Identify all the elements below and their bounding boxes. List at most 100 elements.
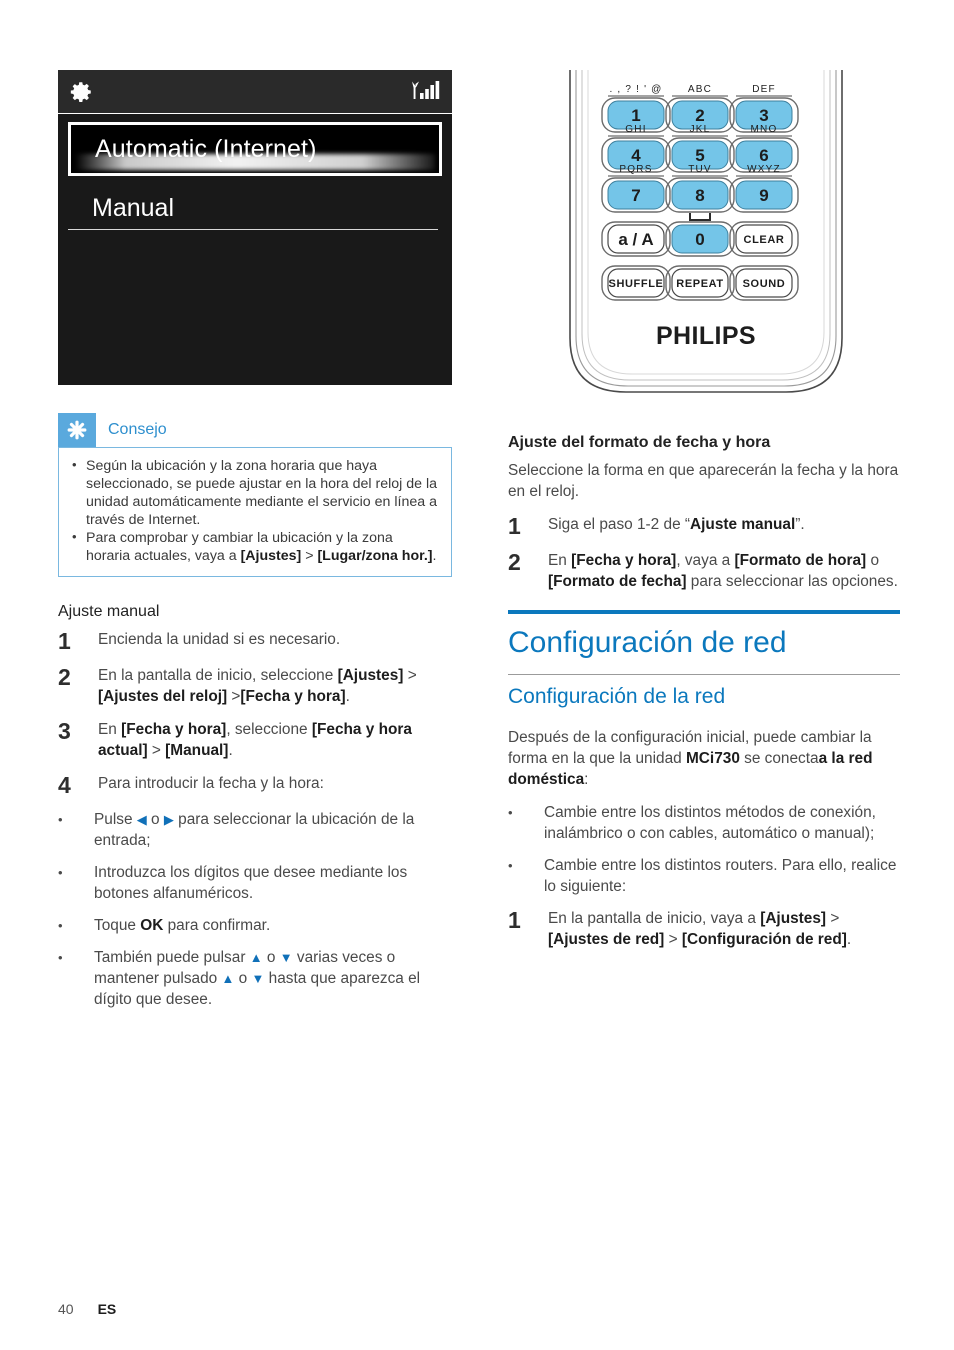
menu-item-automatic-internet[interactable]: Automatic (Internet) [68, 122, 442, 176]
step-number: 3 [58, 718, 71, 744]
list-item: 4 Para introducir la fecha y la hora: [58, 773, 458, 797]
svg-text:JKL: JKL [690, 124, 711, 135]
device-screen-statusbar [58, 70, 452, 114]
network-steps: 1 En la pantalla de inicio, vaya a [Ajus… [508, 908, 900, 950]
section-rule-bottom [508, 674, 900, 675]
manual-setting-heading: Ajuste manual [58, 603, 160, 620]
list-item: • También puede pulsar ▲ o ▼ varias vece… [58, 947, 458, 1010]
bullet-text: Pulse ◀ o ▶ para seleccionar la ubicació… [94, 811, 415, 849]
list-item: • Pulse ◀ o ▶ para seleccionar la ubicac… [58, 809, 458, 851]
device-screen-mock: Automatic (Internet) Manual [58, 70, 452, 385]
wifi-signal-icon [408, 79, 440, 105]
bullet-dot: • [508, 805, 513, 820]
manual-setting-sub-bullets: • Pulse ◀ o ▶ para seleccionar la ubicac… [58, 809, 458, 1010]
list-item: 1 En la pantalla de inicio, vaya a [Ajus… [508, 908, 900, 950]
svg-text:7: 7 [631, 186, 640, 205]
svg-text:WXYZ: WXYZ [747, 164, 781, 175]
list-item: 1 Encienda la unidad si es necesario. [58, 629, 458, 653]
step-text: Para introducir la fecha y la hora: [98, 775, 324, 792]
network-bullets: • Cambie entre los distintos métodos de … [508, 802, 900, 897]
svg-text:PQRS: PQRS [619, 164, 652, 175]
step-number: 1 [508, 907, 521, 933]
step-number: 1 [58, 628, 71, 654]
left-column: Automatic (Internet) Manual Consejo • Se… [58, 70, 458, 1021]
menu-item-manual[interactable]: Manual [68, 194, 438, 230]
svg-text:1: 1 [631, 106, 640, 125]
step-text: En la pantalla de inicio, vaya a [Ajuste… [548, 910, 852, 948]
svg-text:ABC: ABC [688, 84, 712, 95]
page-number: 40 [58, 1301, 74, 1317]
svg-text:DEF: DEF [752, 84, 776, 95]
svg-text:. , ? ! ' @: . , ? ! ' @ [609, 84, 662, 95]
list-item: 1 Siga el paso 1-2 de “Ajuste manual”. [508, 514, 900, 538]
svg-text:TUV: TUV [688, 164, 712, 175]
philips-logo: PHILIPS [656, 322, 756, 350]
svg-text:CLEAR: CLEAR [744, 234, 785, 246]
network-intro: Después de la configuración inicial, pue… [508, 729, 873, 788]
list-item: 2 En [Fecha y hora], vaya a [Formato de … [508, 550, 900, 592]
menu-item-label: Manual [92, 194, 174, 222]
page-footer: 40 ES [58, 1301, 116, 1317]
bullet-dot: • [508, 858, 513, 873]
list-item: • Toque OK para confirmar. [58, 915, 458, 936]
svg-text:0: 0 [695, 230, 704, 249]
section-subtitle: Configuración de la red [508, 685, 726, 708]
step-text: En la pantalla de inicio, seleccione [Aj… [98, 667, 417, 705]
svg-text:MNO: MNO [751, 124, 778, 135]
svg-text:3: 3 [759, 106, 768, 125]
bullet-dot: • [58, 812, 63, 827]
bullet-text: Toque OK para confirmar. [94, 917, 271, 934]
list-item: • Cambie entre los distintos métodos de … [508, 802, 900, 844]
svg-text:6: 6 [759, 146, 768, 165]
datetime-format-steps: 1 Siga el paso 1-2 de “Ajuste manual”. 2… [508, 514, 900, 592]
step-text: Siga el paso 1-2 de “Ajuste manual”. [548, 516, 805, 533]
device-screen-menu: Automatic (Internet) Manual [58, 114, 452, 230]
svg-text:SHUFFLE: SHUFFLE [609, 278, 664, 290]
step-number: 2 [508, 549, 521, 575]
bullet-text: Introduzca los dígitos que desee mediant… [94, 864, 408, 902]
tip-body: Según la ubicación y la zona horaria que… [58, 447, 452, 577]
list-item: 3 En [Fecha y hora], seleccione [Fecha y… [58, 719, 458, 761]
svg-text:GHI: GHI [625, 124, 646, 135]
svg-text:5: 5 [695, 146, 704, 165]
svg-text:a / A: a / A [618, 230, 653, 249]
bullet-text: También puede pulsar ▲ o ▼ varias veces … [94, 949, 421, 1008]
list-item: • Introduzca los dígitos que desee media… [58, 862, 458, 904]
list-item: Para comprobar y cambiar la ubicación y … [71, 528, 439, 565]
svg-text:SOUND: SOUND [743, 278, 786, 290]
manual-setting-steps: 1 Encienda la unidad si es necesario. 2 … [58, 629, 458, 797]
bullet-dot: • [58, 918, 63, 933]
asterisk-tip-icon [58, 413, 96, 447]
bullet-text: Cambie entre los distintos routers. Para… [544, 857, 897, 895]
step-text: Encienda la unidad si es necesario. [98, 631, 341, 648]
svg-text:4: 4 [631, 146, 641, 165]
svg-text:8: 8 [695, 186, 704, 205]
list-item: Según la ubicación y la zona horaria que… [71, 456, 439, 529]
step-number: 1 [508, 513, 521, 539]
bullet-dot: • [58, 865, 63, 880]
list-item: 2 En la pantalla de inicio, seleccione [… [58, 665, 458, 707]
tip-box: Consejo Según la ubicación y la zona hor… [58, 413, 452, 577]
datetime-format-intro: Seleccione la forma en que aparecerán la… [508, 462, 899, 500]
tip-header: Consejo [58, 413, 452, 447]
section-rule-top [508, 610, 900, 614]
remote-control-illustration: . , ? ! ' @ ABC DEF GHI JKL MNO PQRS TUV… [556, 30, 856, 400]
bullet-text: Cambie entre los distintos métodos de co… [544, 804, 876, 842]
list-item: • Cambie entre los distintos routers. Pa… [508, 855, 900, 897]
menu-item-label: Automatic (Internet) [95, 134, 317, 163]
manual-page: Automatic (Internet) Manual Consejo • Se… [0, 0, 954, 1350]
step-number: 2 [58, 664, 71, 690]
gear-icon [68, 79, 94, 105]
step-text: En [Fecha y hora], vaya a [Formato de ho… [548, 552, 898, 590]
step-text: En [Fecha y hora], seleccione [Fecha y h… [98, 721, 412, 759]
svg-text:REPEAT: REPEAT [676, 278, 723, 290]
svg-text:2: 2 [695, 106, 704, 125]
right-column: . , ? ! ' @ ABC DEF GHI JKL MNO PQRS TUV… [508, 30, 900, 962]
step-number: 4 [58, 772, 71, 798]
tip-title: Consejo [108, 421, 167, 438]
datetime-format-heading: Ajuste del formato de fecha y hora [508, 434, 771, 451]
page-title: Configuración de red [508, 626, 787, 659]
language-code: ES [97, 1301, 117, 1317]
bullet-dot: • [58, 950, 63, 965]
tip-bullet-list: Según la ubicación y la zona horaria que… [71, 456, 439, 565]
